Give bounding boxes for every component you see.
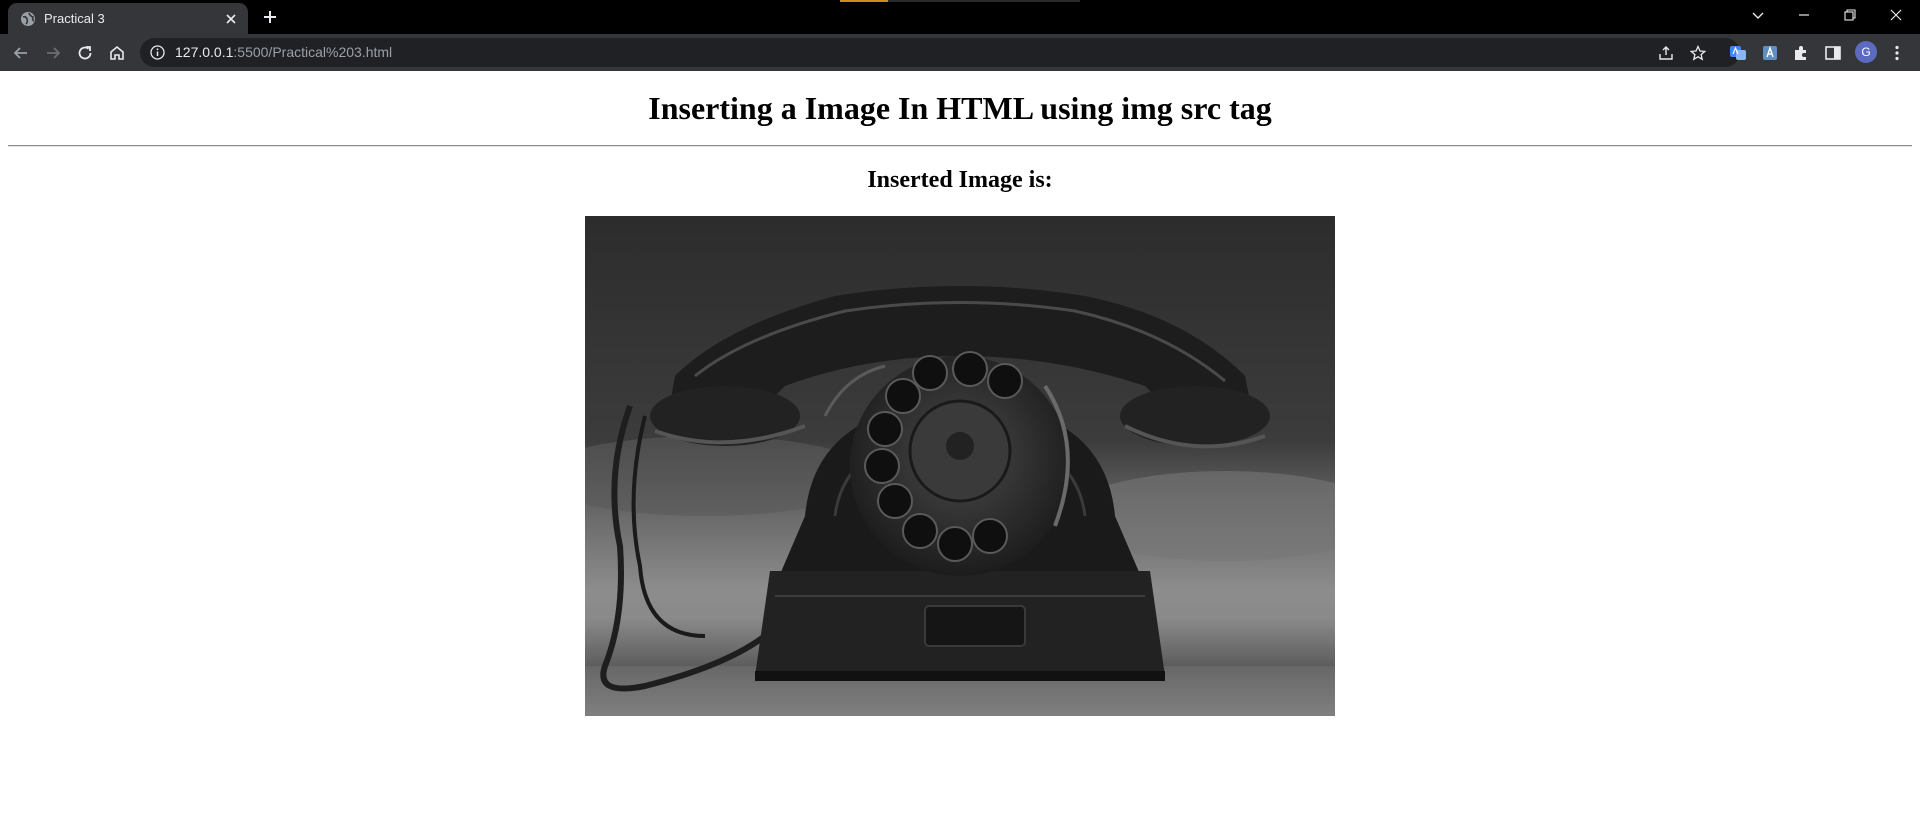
browser-toolbar: 127.0.0.1:5500/Practical%203.html G xyxy=(0,34,1920,71)
minimize-icon[interactable] xyxy=(1781,0,1827,30)
tab-group-indicator xyxy=(840,0,888,2)
tab-strip: Practical 3 xyxy=(0,0,1920,34)
address-bar[interactable]: 127.0.0.1:5500/Practical%203.html xyxy=(140,38,1740,67)
info-icon[interactable] xyxy=(150,45,165,60)
url-path: :5500/Practical%203.html xyxy=(233,44,393,60)
url-host: 127.0.0.1 xyxy=(175,44,234,60)
restore-icon[interactable] xyxy=(1827,0,1873,30)
share-icon[interactable] xyxy=(1658,45,1674,61)
close-icon[interactable] xyxy=(222,10,240,28)
address-url[interactable]: 127.0.0.1:5500/Practical%203.html xyxy=(175,44,392,60)
extension-a-icon[interactable] xyxy=(1760,43,1780,63)
forward-icon[interactable] xyxy=(41,41,65,65)
side-panel-icon[interactable] xyxy=(1823,43,1843,63)
image-caption: Inserted Image is: xyxy=(867,167,1053,193)
back-icon[interactable] xyxy=(9,41,33,65)
translate-icon[interactable] xyxy=(1728,43,1748,63)
home-icon[interactable] xyxy=(105,41,129,65)
globe-icon xyxy=(21,12,35,26)
close-window-icon[interactable] xyxy=(1873,0,1919,30)
active-tab[interactable]: Practical 3 xyxy=(8,3,248,34)
web-page: Inserting a Image In HTML using img src … xyxy=(0,71,1920,832)
kebab-menu-icon[interactable] xyxy=(1887,43,1907,63)
horizontal-rule xyxy=(8,145,1912,147)
plus-icon[interactable] xyxy=(260,7,280,27)
profile-avatar[interactable]: G xyxy=(1855,41,1877,63)
bookmark-star-icon[interactable] xyxy=(1690,45,1706,61)
page-title: Inserting a Image In HTML using img src … xyxy=(648,90,1272,126)
telephone-image xyxy=(585,216,1335,716)
tab-title: Practical 3 xyxy=(44,11,105,26)
telephone-illustration xyxy=(585,216,1335,716)
reload-icon[interactable] xyxy=(73,41,97,65)
tab-search-icon[interactable] xyxy=(1735,0,1781,30)
puzzle-icon[interactable] xyxy=(1791,43,1811,63)
tab-group-indicator-secondary xyxy=(888,0,1080,2)
